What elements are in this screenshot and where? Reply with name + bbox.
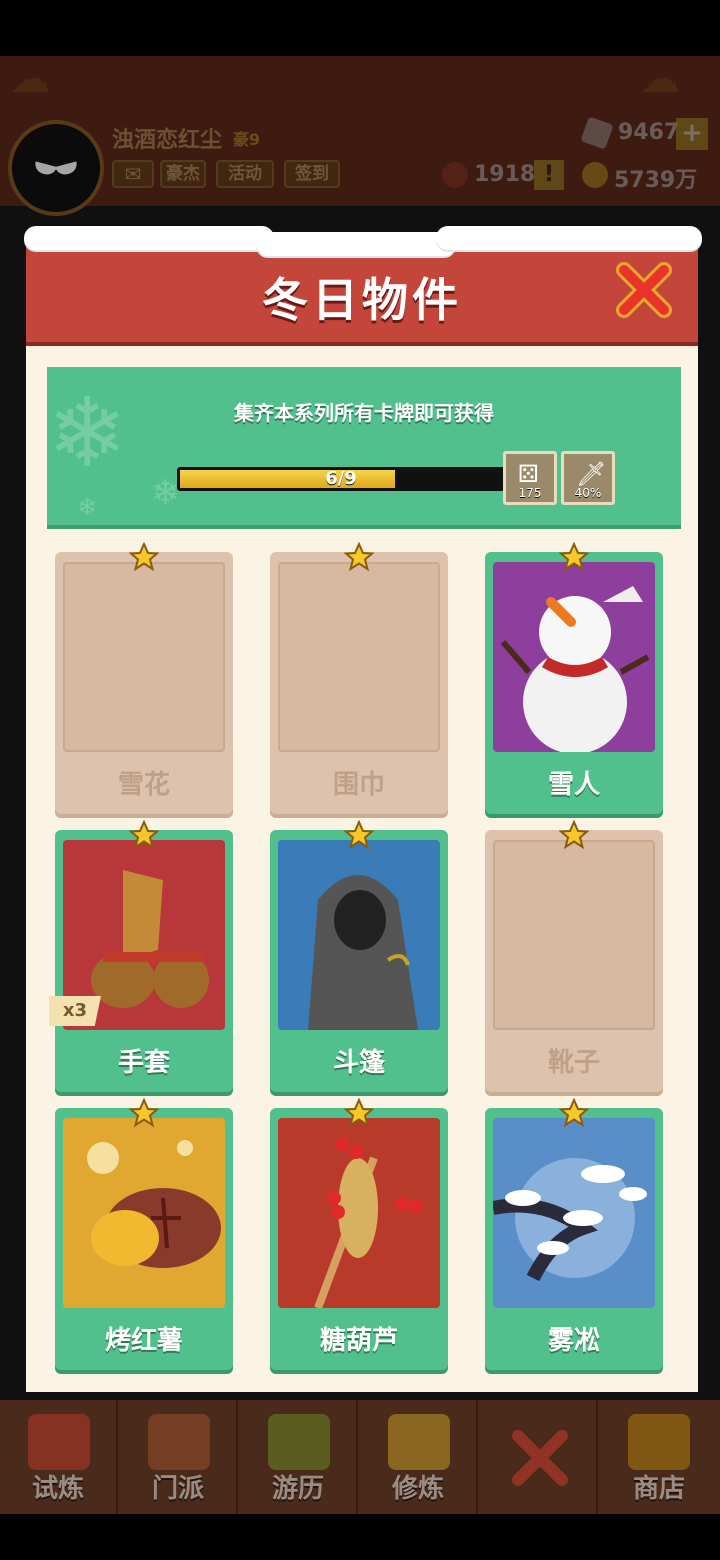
cloak-art <box>278 840 440 1030</box>
collection-card[interactable]: 斗篷 <box>270 819 448 1092</box>
collection-card[interactable]: 烤红薯 <box>55 1097 233 1370</box>
reward-dice[interactable]: ⚄ 175 <box>503 451 557 505</box>
card-name: 斗篷 <box>332 1048 385 1078</box>
dialog-title: 冬日物件 <box>262 273 462 327</box>
snowflake-icon: ❄ <box>47 377 128 489</box>
star-icon <box>128 819 160 850</box>
card-placeholder <box>493 840 655 1030</box>
shop-icon <box>628 1414 690 1470</box>
nav-label: 修炼 <box>391 1474 444 1504</box>
dice-icon: ⚄ <box>518 460 539 488</box>
locked-collection-card[interactable]: 雪花 <box>55 541 233 814</box>
snowflake-icon: ❄ <box>77 493 98 521</box>
nav-label: 门派 <box>151 1474 204 1504</box>
card-name: 靴子 <box>547 1048 600 1078</box>
rime-art <box>493 1118 655 1308</box>
card-name: 雾凇 <box>547 1326 600 1356</box>
star-icon <box>558 819 590 850</box>
sect-icon <box>148 1414 210 1470</box>
nav-sect[interactable]: 门派 <box>120 1400 238 1514</box>
nav-shop[interactable]: 商店 <box>600 1400 718 1514</box>
nav-label: 试炼 <box>31 1474 84 1504</box>
sword-icon: 🗡 <box>576 460 607 488</box>
close-icon <box>616 262 672 318</box>
set-reward-banner: ❄ ❄ ❄ 集齐本系列所有卡牌即可获得 6/9 ⚄ 175 🗡 40% <box>47 367 681 529</box>
bottom-nav: 试炼 门派 游历 修炼 商店 <box>0 1400 720 1514</box>
star-icon <box>343 819 375 850</box>
card-placeholder <box>278 562 440 752</box>
close-button[interactable] <box>614 260 674 320</box>
progress-label: 6/9 <box>325 468 357 489</box>
card-name: 雪人 <box>547 770 600 800</box>
banner-text: 集齐本系列所有卡牌即可获得 <box>234 401 494 425</box>
snow-decoration <box>24 226 274 250</box>
nav-label: 商店 <box>632 1474 685 1504</box>
snow-decoration <box>436 226 702 250</box>
collection-card[interactable]: 糖葫芦 <box>270 1097 448 1370</box>
collection-progress-bar: 6/9 <box>177 467 505 491</box>
dialog-header: 冬日物件 <box>24 226 702 346</box>
card-name: 围巾 <box>332 770 385 800</box>
nav-label: 游历 <box>271 1474 324 1504</box>
cultivate-icon <box>388 1414 450 1470</box>
reward-value: 40% <box>574 486 602 500</box>
crossed-swords-icon <box>512 1430 568 1486</box>
star-icon <box>128 541 160 572</box>
reward-sword[interactable]: 🗡 40% <box>561 451 615 505</box>
travel-icon <box>268 1414 330 1470</box>
star-icon <box>343 541 375 572</box>
locked-collection-card[interactable]: 靴子 <box>485 819 663 1092</box>
card-name: 糖葫芦 <box>319 1326 398 1356</box>
nav-cultivate[interactable]: 修炼 <box>360 1400 478 1514</box>
star-icon <box>558 1097 590 1128</box>
candiedhaws-art <box>278 1118 440 1308</box>
nav-trial[interactable]: 试炼 <box>0 1400 118 1514</box>
card-name: 烤红薯 <box>104 1326 183 1356</box>
collection-dialog: 冬日物件 ❄ ❄ ❄ 集齐本系列所有卡牌即可获得 6/9 ⚄ 175 🗡 40%… <box>24 226 702 1392</box>
locked-collection-card[interactable]: 围巾 <box>270 541 448 814</box>
card-placeholder <box>63 562 225 752</box>
card-name: 手套 <box>117 1048 170 1078</box>
collection-card[interactable]: 手套 x3 <box>49 819 233 1092</box>
star-icon <box>343 1097 375 1128</box>
collection-card[interactable]: 雾凇 <box>485 1097 663 1370</box>
status-bar <box>0 0 720 56</box>
nav-battle[interactable] <box>480 1400 598 1514</box>
star-icon <box>558 541 590 572</box>
count-badge: x3 <box>49 996 101 1026</box>
collection-card[interactable]: 雪人 <box>485 541 663 814</box>
nav-travel[interactable]: 游历 <box>240 1400 358 1514</box>
reward-value: 175 <box>518 486 542 500</box>
snow-decoration <box>256 232 456 256</box>
sweetpotato-art <box>63 1118 225 1308</box>
system-nav-bar <box>0 1514 720 1560</box>
snowman-art <box>493 562 655 752</box>
trial-icon <box>28 1414 90 1470</box>
card-name: 雪花 <box>117 770 170 800</box>
star-icon <box>128 1097 160 1128</box>
snowflake-icon: ❄ <box>151 473 180 513</box>
